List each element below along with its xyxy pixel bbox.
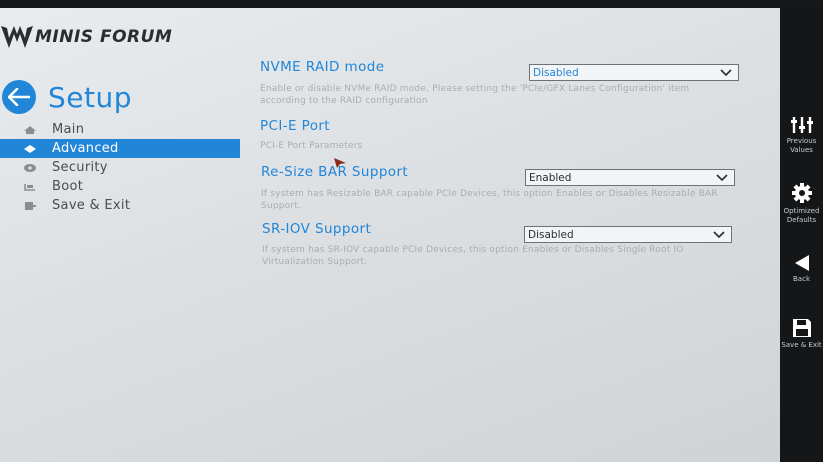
home-icon — [22, 125, 38, 135]
nav-item-label: Security — [52, 160, 108, 175]
save-exit-label: Save & Exit — [781, 341, 822, 349]
nav-item-boot[interactable]: Boot — [0, 177, 240, 196]
security-icon — [22, 163, 38, 173]
nav-item-advanced[interactable]: Advanced — [0, 139, 240, 158]
page-title: Setup — [48, 80, 132, 114]
nav-item-label: Save & Exit — [52, 198, 131, 213]
bios-screen: MINIS FORUM Setup Main Advanced Security… — [0, 0, 780, 462]
nav-item-save-exit[interactable]: Save & Exit — [0, 196, 240, 215]
back-arrow-icon[interactable] — [2, 80, 36, 114]
select-value: Disabled — [533, 66, 579, 79]
back-triangle-icon — [780, 254, 823, 272]
boot-icon — [22, 182, 38, 192]
mouse-cursor-icon — [334, 158, 346, 168]
chevron-down-icon — [713, 231, 725, 239]
chevron-down-icon — [716, 174, 728, 182]
optimized-defaults-label: Optimized Defaults — [783, 207, 820, 224]
select-value: Disabled — [528, 228, 574, 241]
nav-item-label: Advanced — [52, 141, 119, 156]
sriov-select[interactable]: Disabled — [524, 226, 732, 243]
back-button[interactable]: Back — [780, 254, 823, 284]
gear-icon — [780, 182, 823, 204]
setup-header: Setup — [2, 80, 132, 114]
save-exit-icon — [22, 201, 38, 211]
advanced-icon — [22, 144, 38, 154]
back-label: Back — [793, 275, 810, 283]
option-sriov-title[interactable]: SR-IOV Support — [262, 221, 371, 237]
floppy-disk-icon — [780, 318, 823, 338]
previous-values-button[interactable]: Previous Values — [780, 116, 823, 155]
save-exit-button[interactable]: Save & Exit — [780, 318, 823, 350]
select-value: Enabled — [529, 171, 572, 184]
minisforum-logo-icon — [1, 26, 33, 48]
option-nvme-raid-title[interactable]: NVME RAID mode — [260, 59, 384, 75]
option-pcie-port-description: PCI-E Port Parameters — [260, 141, 363, 151]
nav-item-label: Main — [52, 122, 85, 137]
chevron-down-icon — [720, 69, 732, 77]
option-nvme-raid-description: Enable or disable NVMe RAID mode. Please… — [260, 84, 690, 106]
nav-item-main[interactable]: Main — [0, 120, 240, 139]
nvme-raid-select[interactable]: Disabled — [529, 64, 739, 81]
optimized-defaults-button[interactable]: Optimized Defaults — [780, 182, 823, 225]
option-resize-bar-description: If system has Resizable BAR capable PCIe… — [261, 189, 718, 211]
option-pcie-port-title[interactable]: PCI-E Port — [260, 118, 330, 134]
brand-name: MINIS FORUM — [35, 27, 173, 47]
resize-bar-select[interactable]: Enabled — [525, 169, 735, 186]
sliders-icon — [780, 116, 823, 134]
screen-bezel — [0, 0, 823, 8]
nav-item-security[interactable]: Security — [0, 158, 240, 177]
nav-item-label: Boot — [52, 179, 84, 194]
function-key-panel: Previous Values Optimized Defaults Back … — [780, 0, 823, 462]
brand-logo: MINIS FORUM — [0, 22, 172, 52]
setup-nav: Main Advanced Security Boot Save & Exit — [0, 120, 240, 215]
previous-values-label: Previous Values — [786, 137, 817, 154]
option-sriov-description: If system has SR-IOV capable PCIe Device… — [262, 245, 684, 267]
